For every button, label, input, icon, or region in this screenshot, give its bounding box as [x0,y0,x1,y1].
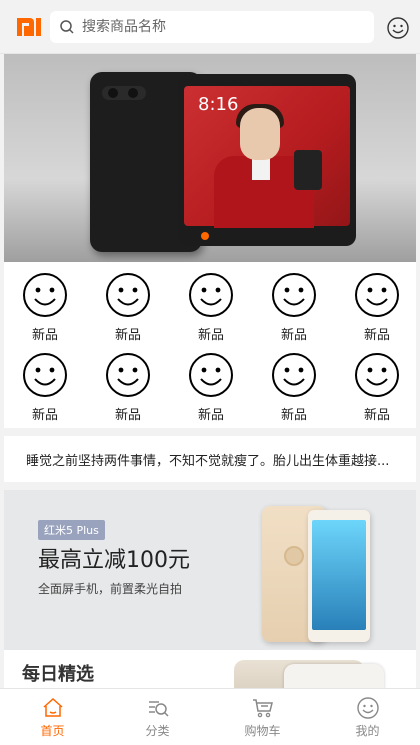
smiley-icon [106,273,150,317]
category-label: 新品 [114,408,141,423]
search-input[interactable] [82,12,362,41]
smiley-icon [355,273,399,317]
banner-phone-front: 8:16 [178,74,356,246]
bottom-nav: 首页 分类 购物车 我的 [0,688,420,745]
smiley-icon [189,273,233,317]
nav-profile[interactable]: 我的 [315,689,420,745]
category-label: 新品 [197,408,224,423]
smiley-icon [272,353,316,397]
daily-picks-section: 每日精选 [4,650,416,704]
news-ticker-text: 睡觉之前坚持两件事情，不知不觉就瘦了。胎儿出生体重越接... [26,453,390,469]
smiley-icon [106,353,150,397]
category-label: 新品 [197,328,224,343]
header [0,0,420,54]
category-label: 新品 [363,328,390,343]
banner-screen-time: 8:16 [198,94,239,115]
smiley-icon[interactable] [386,16,410,40]
smiley-icon [272,273,316,317]
promo-tag: 红米5 Plus [38,520,105,540]
category-item[interactable]: 新品 [348,272,406,346]
category-item[interactable]: 新品 [99,272,157,346]
category-label: 新品 [280,408,307,423]
nav-category[interactable]: 分类 [105,689,210,745]
category-item[interactable]: 新品 [265,352,323,426]
category-label: 新品 [31,408,58,423]
category-item[interactable]: 新品 [182,352,240,426]
category-label: 新品 [280,328,307,343]
nav-category-label: 分类 [145,723,170,738]
promo-banner[interactable]: 红米5 Plus 最高立减100元 全面屏手机，前置柔光自拍 [4,490,416,650]
news-ticker[interactable]: 睡觉之前坚持两件事情，不知不觉就瘦了。胎儿出生体重越接... [4,436,416,482]
nav-cart-label: 购物车 [244,723,281,738]
category-item[interactable]: 新品 [265,272,323,346]
smiley-icon [23,353,67,397]
category-item[interactable]: 新品 [16,272,74,346]
category-item[interactable]: 新品 [348,352,406,426]
category-label: 新品 [114,328,141,343]
nav-profile-label: 我的 [355,723,380,738]
mi-logo[interactable] [16,14,42,40]
category-icon [148,700,169,717]
daily-picks-title: 每日精选 [22,664,94,685]
carousel-active-dot[interactable] [201,232,209,240]
category-label: 新品 [31,328,58,343]
cart-icon [252,698,273,717]
banner-carousel[interactable]: 8:16 [4,54,416,262]
nav-home[interactable]: 首页 [0,689,105,745]
smiley-icon [189,353,233,397]
category-label: 新品 [363,408,390,423]
category-item[interactable]: 新品 [182,272,240,346]
category-item[interactable]: 新品 [99,352,157,426]
smiley-icon [355,353,399,397]
search-bar[interactable] [50,10,374,43]
promo-headline: 最高立减100元 [38,548,190,573]
smiley-icon [356,696,379,719]
category-item[interactable]: 新品 [16,352,74,426]
nav-cart[interactable]: 购物车 [210,689,315,745]
home-icon [43,697,62,717]
promo-subtitle: 全面屏手机，前置柔光自拍 [38,582,183,596]
category-grid: 新品 新品 新品 新品 新品 新品 新品 新品 新品 新品 [4,262,416,428]
nav-home-label: 首页 [40,723,65,738]
search-icon [58,18,76,36]
promo-phone-front [308,510,370,642]
smiley-icon [23,273,67,317]
